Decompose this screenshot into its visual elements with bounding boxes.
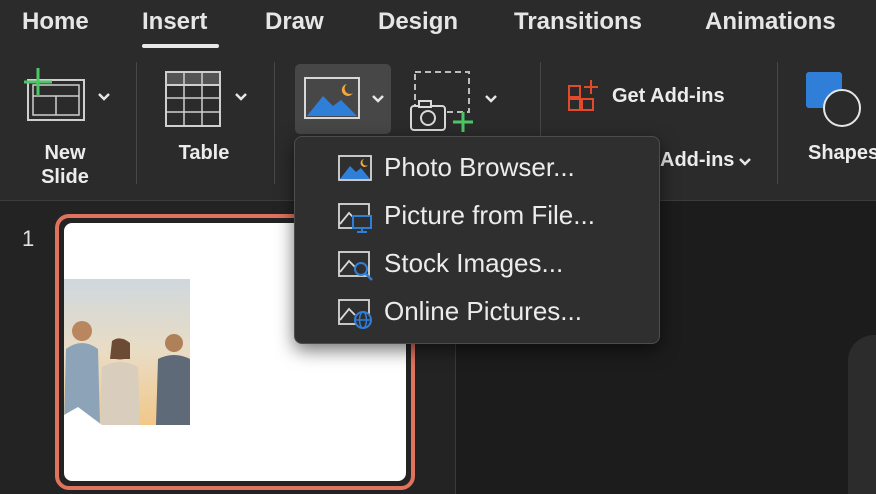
get-addins-label: Get Add-ins	[612, 85, 725, 107]
menu-item-stock-images[interactable]: Stock Images...	[295, 240, 659, 286]
table-icon	[165, 71, 221, 127]
tab-home[interactable]: Home	[22, 8, 89, 36]
slide-number: 1	[22, 226, 35, 251]
pictures-dropdown-menu: Photo Browser... Picture from File... St…	[294, 136, 660, 344]
tab-animations[interactable]: Animations	[705, 8, 836, 36]
tab-design[interactable]: Design	[378, 8, 458, 36]
ribbon-separator	[274, 62, 275, 184]
get-addins-button[interactable]: Get Add-ins	[565, 78, 745, 114]
stock-images-icon	[338, 251, 373, 281]
table-label: Table	[178, 142, 230, 164]
active-tab-indicator	[142, 44, 219, 48]
chevron-down-icon[interactable]	[484, 94, 498, 104]
screenshot-icon	[410, 71, 473, 132]
pictures-button[interactable]	[295, 64, 391, 134]
menu-item-picture-from-file[interactable]: Picture from File...	[295, 192, 659, 238]
menu-item-photo-browser[interactable]: Photo Browser...	[295, 144, 659, 190]
table-button[interactable]: Table	[160, 62, 260, 192]
shapes-button[interactable]: Shapes	[800, 66, 876, 176]
ribbon-separator	[777, 62, 778, 184]
slide-photo	[64, 279, 190, 425]
stock-images-label: Stock Images...	[384, 248, 564, 278]
picture-from-file-label: Picture from File...	[384, 200, 595, 230]
picture-from-file-icon	[338, 203, 372, 233]
online-pictures-icon	[338, 299, 372, 329]
new-slide-label-line2: Slide	[41, 166, 89, 188]
my-addins-label: Add-ins	[660, 149, 735, 171]
tab-insert[interactable]: Insert	[142, 8, 207, 36]
shapes-label: Shapes	[808, 142, 876, 164]
tab-transitions[interactable]: Transitions	[514, 8, 642, 36]
menu-item-online-pictures[interactable]: Online Pictures...	[295, 288, 659, 334]
screenshot-button[interactable]	[405, 66, 505, 136]
chevron-down-icon[interactable]	[234, 92, 248, 102]
tab-draw[interactable]: Draw	[265, 8, 324, 36]
new-slide-label-line1: New	[44, 142, 86, 164]
pictures-icon	[304, 77, 360, 119]
slide-canvas-edge	[848, 335, 876, 494]
chevron-down-icon[interactable]	[371, 94, 385, 104]
photo-browser-label: Photo Browser...	[384, 152, 575, 182]
ribbon-tab-bar: Home Insert Draw Design Transitions Anim…	[0, 0, 876, 50]
new-slide-icon	[24, 68, 85, 121]
new-slide-button[interactable]: New Slide	[20, 62, 120, 192]
get-addins-icon	[568, 80, 598, 111]
chevron-down-icon[interactable]	[738, 157, 752, 167]
ribbon-separator	[136, 62, 137, 184]
online-pictures-label: Online Pictures...	[384, 296, 582, 326]
shapes-icon	[806, 72, 861, 127]
photo-browser-icon	[338, 155, 372, 181]
chevron-down-icon[interactable]	[97, 92, 111, 102]
